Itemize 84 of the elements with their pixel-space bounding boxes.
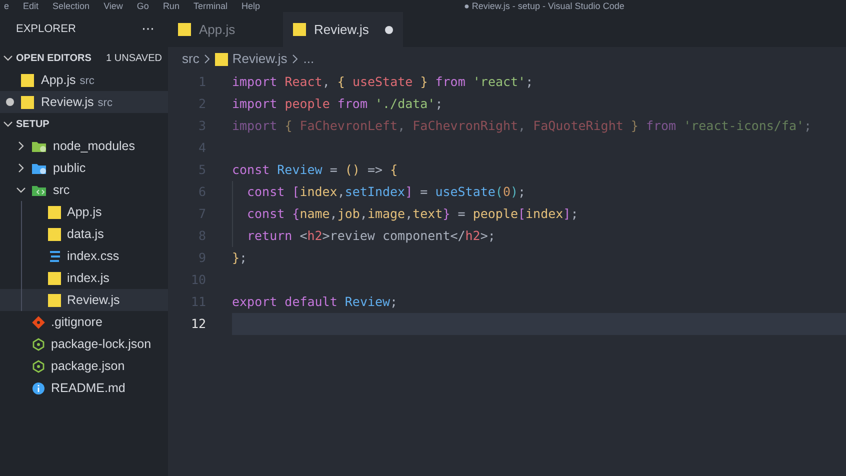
code-line: import people from './data'; [232,94,443,113]
js-file-icon [48,206,61,218]
file-name: App.js [41,72,76,89]
js-file-icon [178,23,191,36]
info-icon [32,382,45,394]
sidebar-title: EXPLORER [16,22,76,38]
tree-item[interactable]: index.css [0,245,168,267]
css-file-icon [48,250,61,262]
menu-item[interactable]: Edit [23,2,39,10]
tree-item[interactable]: README.md [0,377,168,399]
section-header[interactable]: SETUP [0,113,168,135]
unsaved-count: 1 UNSAVED [106,52,162,66]
file-name: index.js [67,270,110,287]
js-file-icon [48,272,61,284]
folder-icon [32,140,47,152]
chevron-down-icon [16,185,26,195]
section-label: OPEN EDITORS [16,52,92,66]
file-name: .gitignore [51,314,102,331]
tree-item[interactable]: package.json [0,355,168,377]
file-path: src [80,74,94,89]
chevron-right-icon [16,163,26,173]
chevron-right-icon [203,54,212,64]
code-line: const {name,job,image,text} = people[index]; [232,203,578,225]
menu-item[interactable]: Selection [52,2,90,10]
js-file-icon [21,74,34,86]
tree-item[interactable]: Review.js [0,289,168,311]
editor-tab[interactable]: Review.js [283,12,403,47]
menu-item[interactable]: View [104,2,123,10]
js-file-icon [48,228,61,240]
tree-item[interactable]: public [0,157,168,179]
js-file-icon [293,23,306,36]
file-name: README.md [51,380,126,397]
file-name: data.js [67,226,104,243]
tree-item[interactable]: node_modules [0,135,168,157]
more-actions-button[interactable]: ··· [141,18,154,41]
js-file-icon [21,96,34,108]
section-header[interactable]: OPEN EDITORS 1 UNSAVED [0,47,168,69]
file-name: node_modules [53,138,136,155]
menu-item[interactable]: Help [241,2,260,10]
code-line: import { FaChevronLeft, FaChevronRight, FaQuoteRight } from 'react-icons/fa'; [232,116,812,135]
file-name: App.js [67,204,102,221]
menu-item[interactable]: Terminal [193,2,228,10]
folder-icon [32,184,47,196]
tree-item[interactable]: package-lock.json [0,333,168,355]
breadcrumb-item[interactable]: ... [303,49,314,69]
breadcrumb-item[interactable]: src [182,49,200,69]
menu-item[interactable]: Run [162,2,180,10]
window-title: ● Review.js - setup - Visual Studio Code [464,2,624,10]
chevron-down-icon [3,119,13,129]
code-line: }; [232,248,248,267]
code-line: return <h2>review component</h2>; [232,225,496,247]
file-name: Review.js [41,94,94,111]
js-file-icon [48,294,61,306]
line-number: 12 [190,314,206,333]
breadcrumb-item[interactable]: Review.js [232,49,288,69]
open-editor-item[interactable]: App.js src [0,69,168,91]
file-path: src [98,96,112,111]
diamond-icon [32,316,45,328]
file-name: Review.js [67,292,120,309]
menu-item[interactable]: e [4,2,10,10]
hexagon-icon [32,360,45,372]
tree-item[interactable]: App.js [0,201,168,223]
chevron-down-icon [3,53,13,63]
js-file-icon [215,52,228,66]
file-name: src [53,182,70,199]
code-line: const Review = () => { [232,160,398,179]
file-name: index.css [67,248,120,265]
open-editor-item[interactable]: Review.js src [0,91,168,113]
file-name: public [53,160,86,177]
code-line: import React, { useState } from 'react'; [232,72,534,91]
chevron-right-icon [16,141,26,151]
folder-icon [32,162,47,174]
file-name: package-lock.json [51,336,152,353]
tree-item[interactable]: data.js [0,223,168,245]
menu-item[interactable]: Go [136,2,149,10]
tree-item[interactable]: src [0,179,168,201]
code-line: export default Review; [232,292,398,311]
section-label: SETUP [16,118,50,132]
code-line: const [index,setIndex] = useState(0); [232,181,526,203]
tree-item[interactable]: index.js [0,267,168,289]
hexagon-icon [32,338,45,350]
file-name: package.json [51,358,125,375]
tree-item[interactable]: .gitignore [0,311,168,333]
chevron-right-icon [291,54,300,64]
